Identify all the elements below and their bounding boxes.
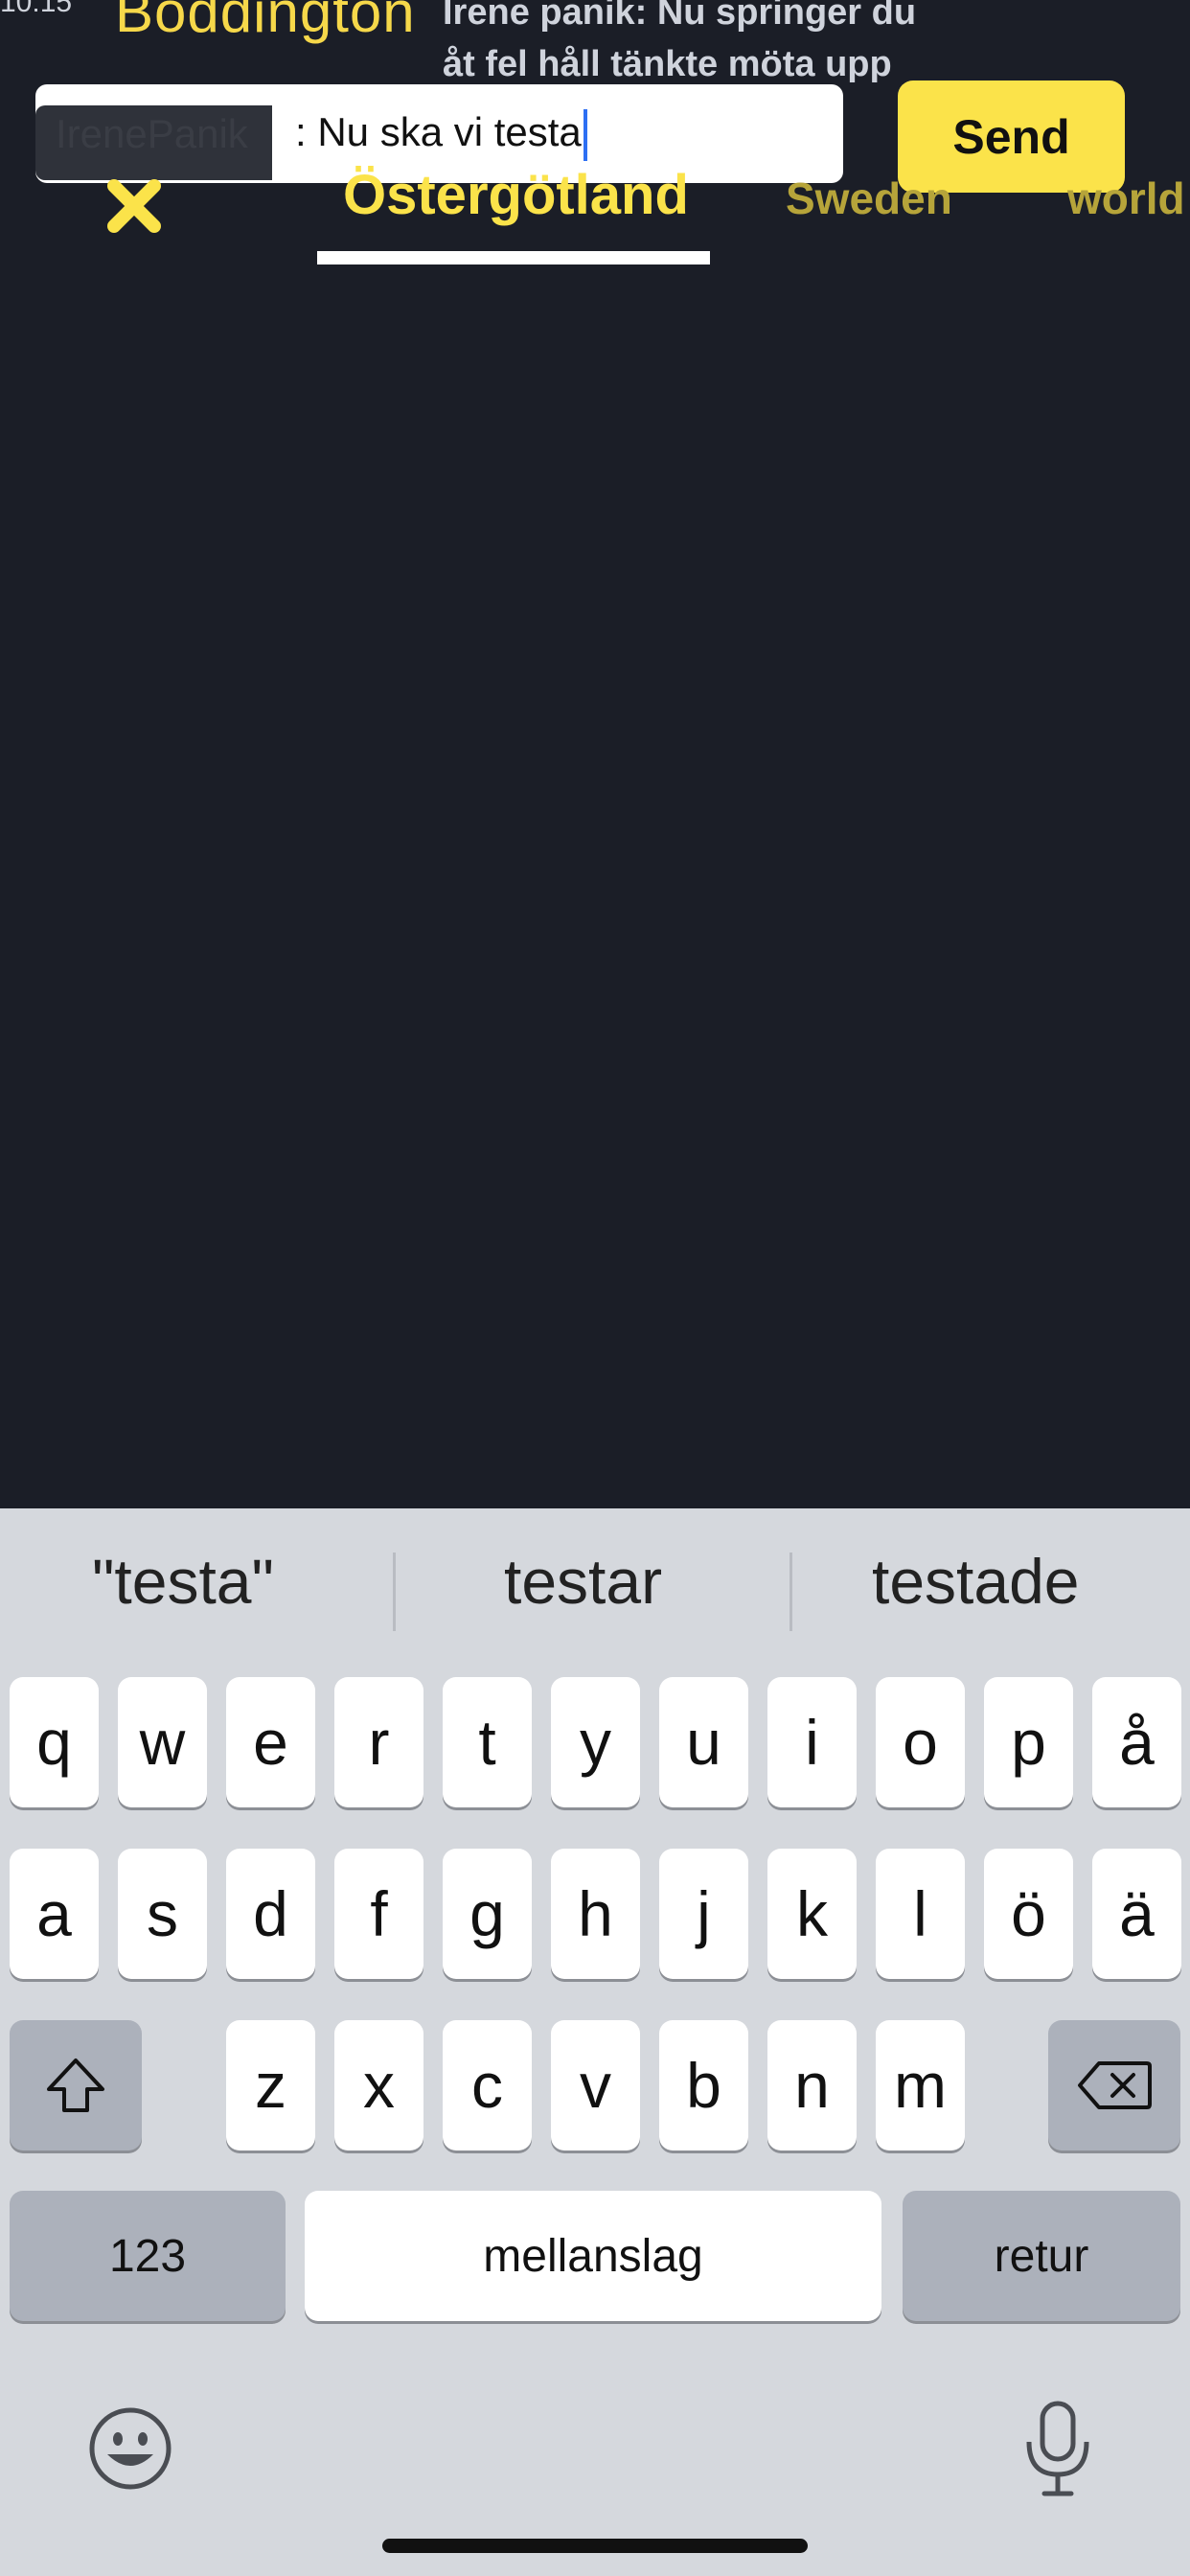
onscreen-keyboard: "testa" testar testade q w e r t y u i o…	[0, 1508, 1190, 2576]
key-t[interactable]: t	[443, 1677, 532, 1807]
key-d[interactable]: d	[226, 1849, 315, 1979]
key-r[interactable]: r	[334, 1677, 423, 1807]
status-time: 10:15	[0, 0, 73, 18]
key-k[interactable]: k	[767, 1849, 857, 1979]
key-q[interactable]: q	[10, 1677, 99, 1807]
key-e[interactable]: e	[226, 1677, 315, 1807]
suggestion-divider	[790, 1552, 792, 1631]
key-b[interactable]: b	[659, 2020, 748, 2150]
key-p[interactable]: p	[984, 1677, 1073, 1807]
home-indicator[interactable]	[382, 2539, 808, 2553]
key-o[interactable]: o	[876, 1677, 965, 1807]
suggestion-item[interactable]: testar	[504, 1545, 662, 1618]
key-v[interactable]: v	[551, 2020, 640, 2150]
username-prefix: IrenePanik	[56, 111, 248, 156]
key-o-umlaut[interactable]: ö	[984, 1849, 1073, 1979]
key-u[interactable]: u	[659, 1677, 748, 1807]
tab-ostergotland[interactable]: Östergötland	[343, 163, 689, 227]
numbers-key[interactable]: 123	[10, 2191, 286, 2321]
key-x[interactable]: x	[334, 2020, 423, 2150]
return-key[interactable]: retur	[903, 2191, 1180, 2321]
key-z[interactable]: z	[226, 2020, 315, 2150]
key-g[interactable]: g	[443, 1849, 532, 1979]
key-c[interactable]: c	[443, 2020, 532, 2150]
ticker-line: Irene panik: Nu springer du	[443, 0, 917, 33]
chat-ticker: Irene panik: Nu springer du åt fel håll …	[443, 0, 1018, 82]
key-h[interactable]: h	[551, 1849, 640, 1979]
key-l[interactable]: l	[876, 1849, 965, 1979]
key-a-umlaut[interactable]: ä	[1092, 1849, 1181, 1979]
suggestion-divider	[393, 1552, 396, 1631]
key-j[interactable]: j	[659, 1849, 748, 1979]
key-a[interactable]: a	[10, 1849, 99, 1979]
space-key[interactable]: mellanslag	[305, 2191, 881, 2321]
tab-world[interactable]: world	[1067, 172, 1185, 224]
backspace-icon	[1078, 2061, 1152, 2109]
microphone-icon[interactable]	[1021, 2398, 1094, 2503]
key-s[interactable]: s	[118, 1849, 207, 1979]
text-caret	[583, 109, 587, 161]
active-tab-indicator	[317, 251, 710, 264]
tab-sweden[interactable]: Sweden	[786, 172, 952, 224]
delete-key[interactable]	[1048, 2020, 1180, 2150]
key-n[interactable]: n	[767, 2020, 857, 2150]
shift-icon	[47, 2058, 104, 2112]
suggestion-bar: "testa" testar testade	[0, 1508, 1190, 1671]
ticker-line: åt fel håll tänkte möta upp	[443, 44, 892, 82]
message-text: : Nu ska vi testa	[295, 109, 582, 155]
message-input-value[interactable]: : Nu ska vi testa	[295, 109, 587, 161]
suggestion-item[interactable]: testade	[872, 1545, 1080, 1618]
suggestion-item[interactable]: "testa"	[92, 1545, 274, 1618]
app-brand-title: Boddington	[115, 0, 416, 44]
key-i[interactable]: i	[767, 1677, 857, 1807]
key-m[interactable]: m	[876, 2020, 965, 2150]
key-f[interactable]: f	[334, 1849, 423, 1979]
key-w[interactable]: w	[118, 1677, 207, 1807]
emoji-icon[interactable]	[86, 2404, 174, 2496]
shift-key[interactable]	[10, 2020, 142, 2150]
key-y[interactable]: y	[551, 1677, 640, 1807]
key-a-ring[interactable]: å	[1092, 1677, 1181, 1807]
